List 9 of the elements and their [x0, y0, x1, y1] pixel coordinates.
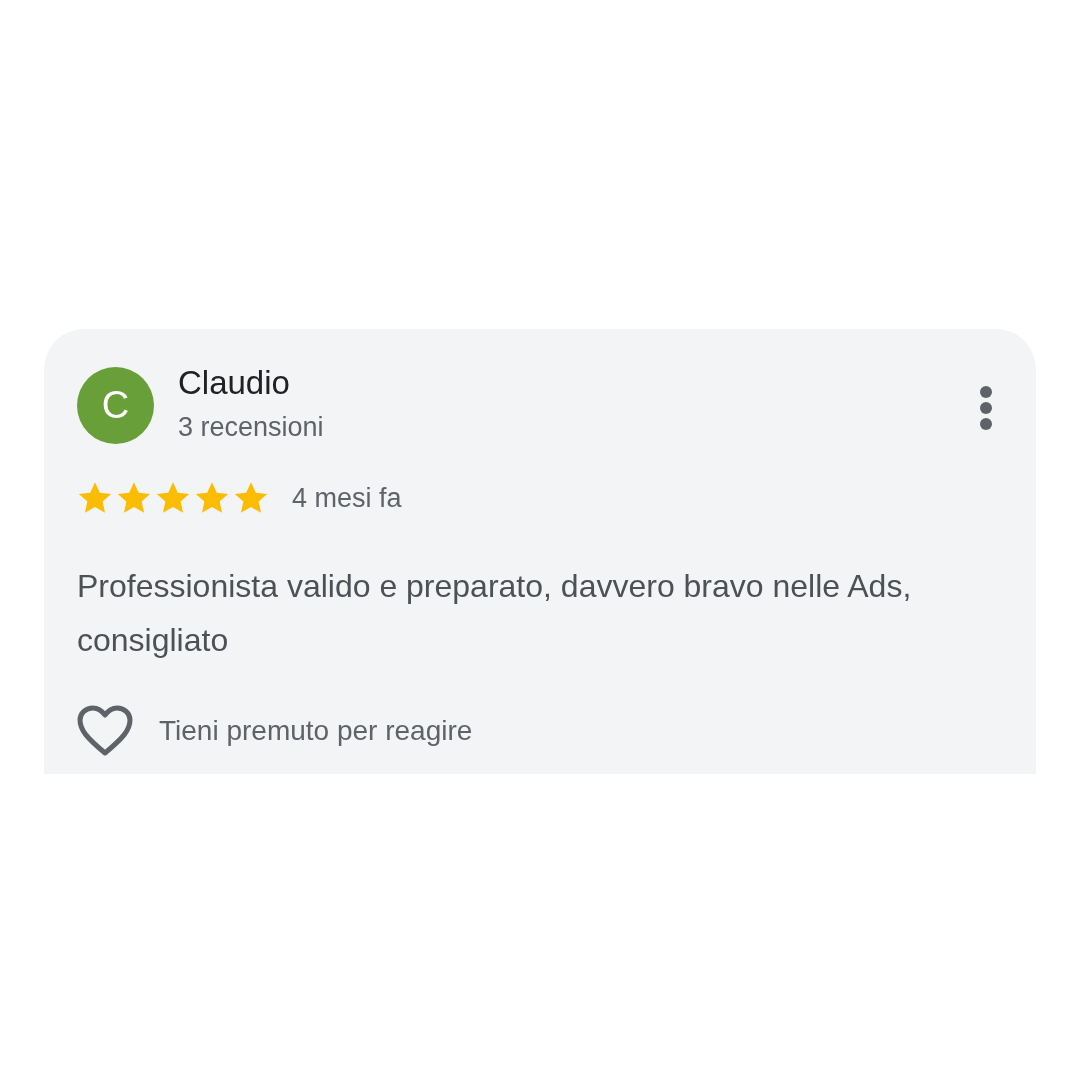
- like-button[interactable]: [77, 704, 133, 757]
- author-name: Claudio: [178, 365, 291, 402]
- more-icon: [979, 385, 993, 431]
- review-count: 3 recensioni: [178, 411, 325, 444]
- review-text: Professionista valido e preparato, davvero bravo nelle Ads, consigliato: [77, 566, 913, 660]
- heart-icon: [77, 704, 133, 757]
- reaction-hint: Tieni premuto per reagire: [159, 713, 473, 748]
- avatar: C: [77, 367, 154, 444]
- review-time: 4 mesi fa: [292, 482, 402, 515]
